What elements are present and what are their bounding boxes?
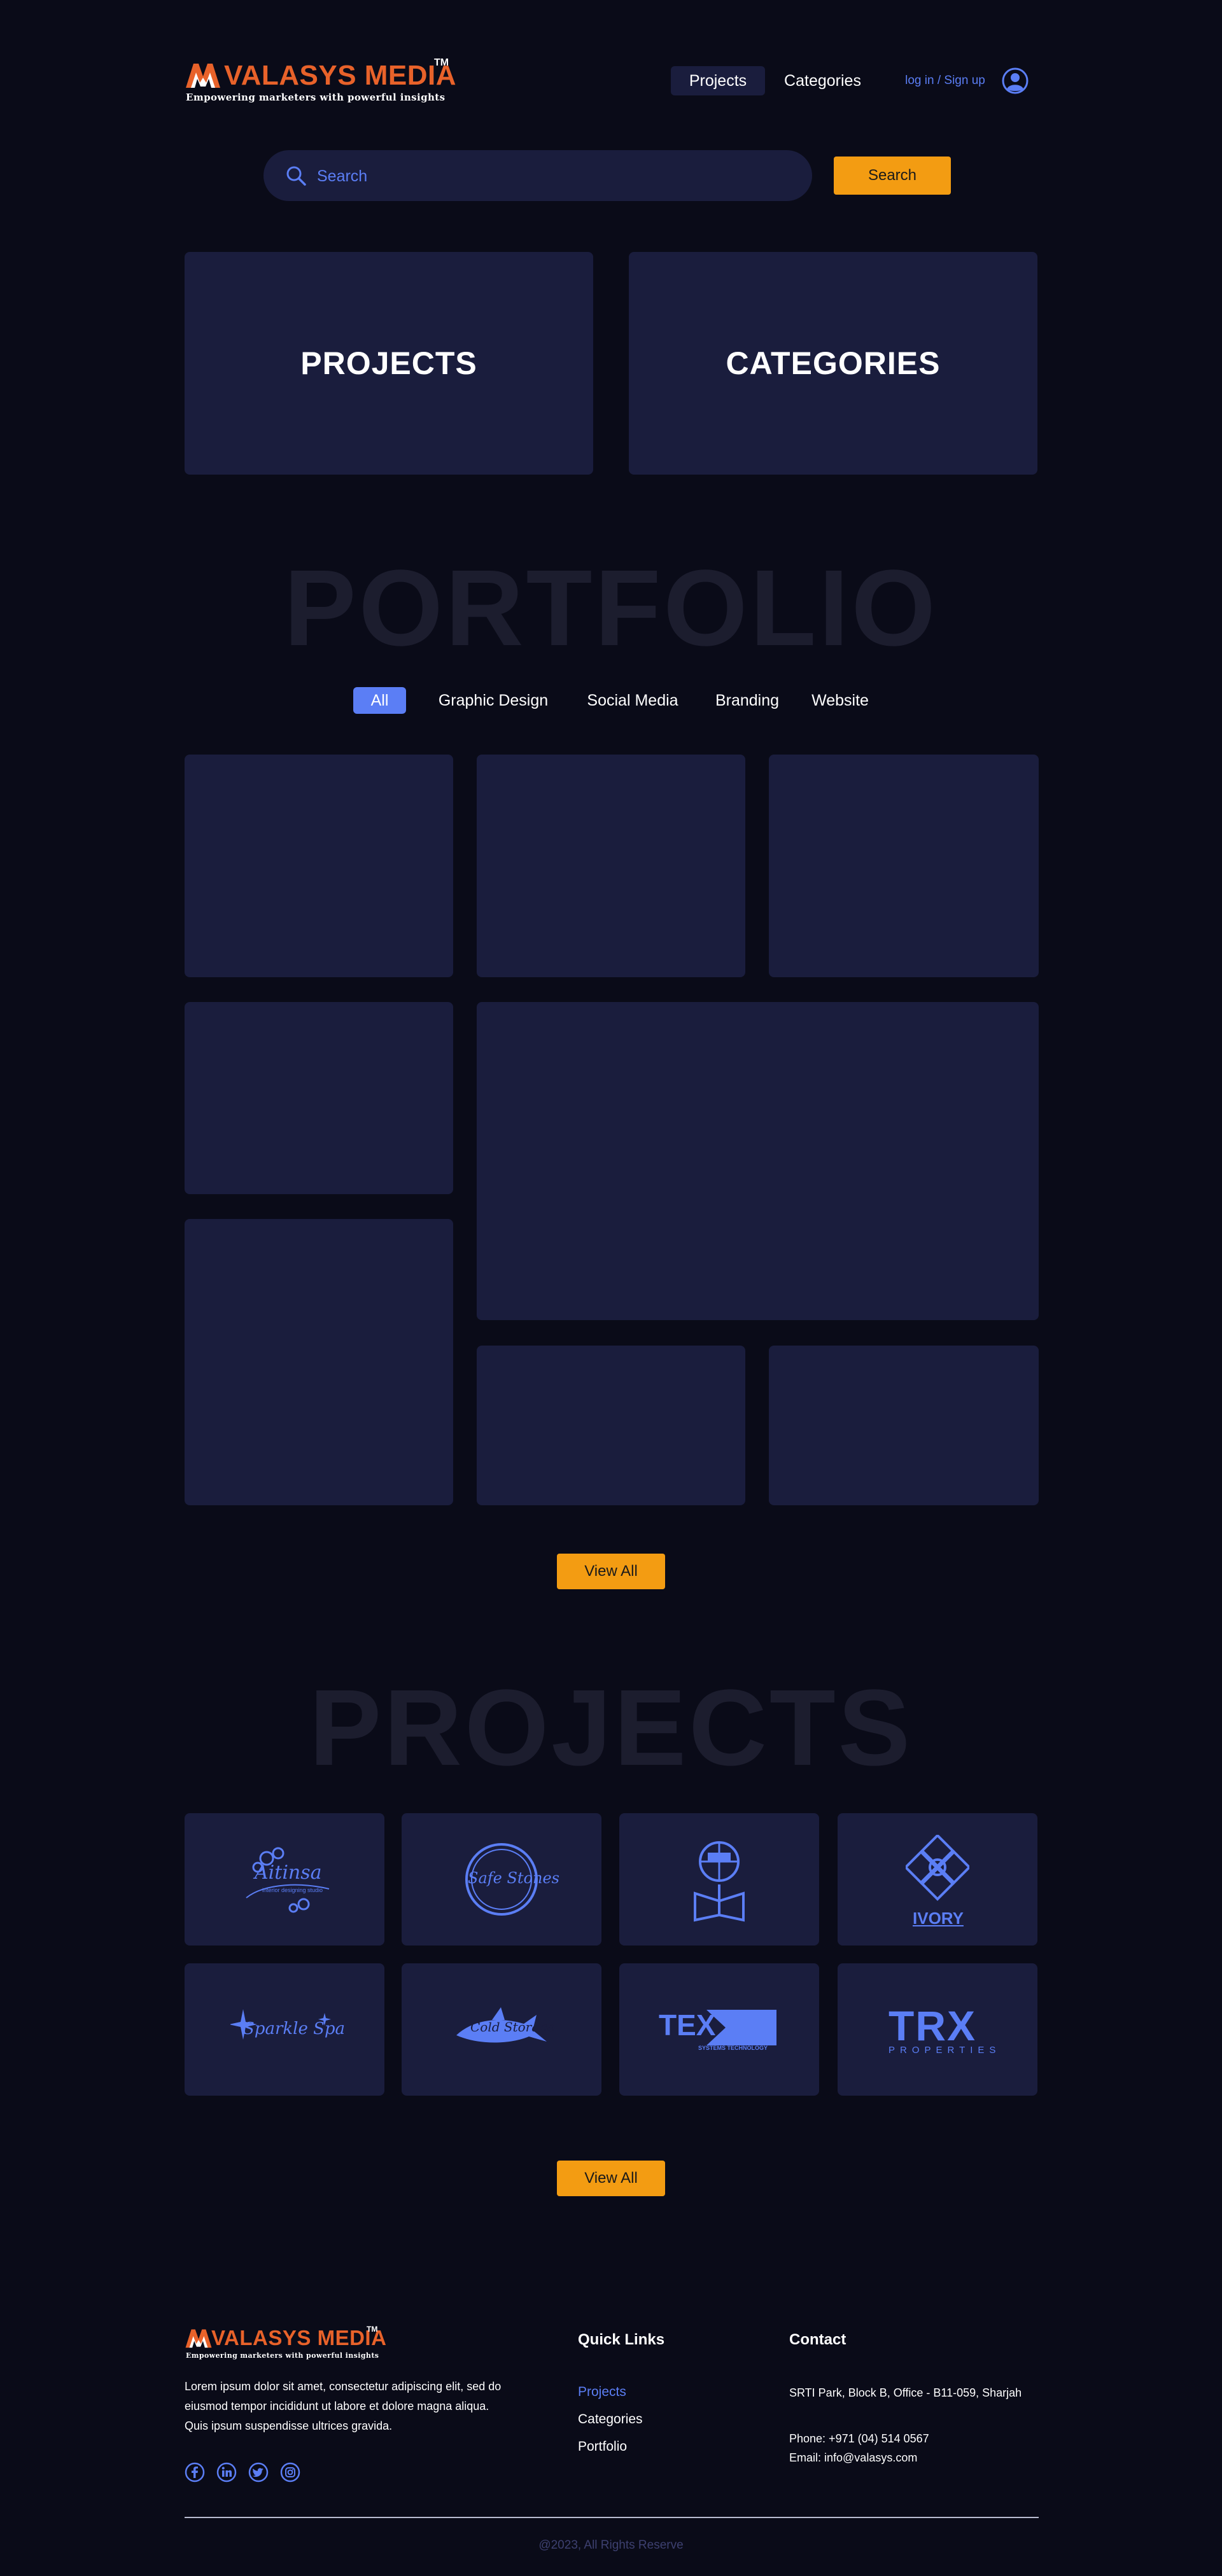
project-logo-name: Safe Stones (468, 1869, 559, 1887)
nav-categories[interactable]: Categories (770, 66, 875, 95)
valasys-logo-icon (186, 64, 220, 88)
search-icon (286, 166, 306, 186)
valasys-logo-icon (185, 2329, 212, 2348)
footer-brand-name: VALASYS MEDIA (211, 2326, 387, 2350)
portfolio-item[interactable] (185, 755, 453, 977)
brand-logo[interactable]: VALASYS MEDIA TM Empowering marketers wi… (185, 57, 456, 108)
brand-trademark: TM (434, 57, 449, 68)
project-logo-card[interactable]: Cold Storage (402, 1963, 601, 2096)
project-logo-subtitle: SYSTEMS TECHNOLOGY (698, 2045, 768, 2051)
project-logo-card[interactable]: Sparkle Spa (185, 1963, 384, 2096)
project-logo-card[interactable]: TRX PROPERTIES (838, 1963, 1037, 2096)
login-signup-link[interactable]: log in / Sign up (897, 66, 993, 95)
portfolio-item[interactable] (477, 755, 745, 977)
filter-branding[interactable]: Branding (712, 687, 783, 714)
filter-website[interactable]: Website (808, 687, 872, 714)
footer-link-portfolio[interactable]: Portfolio (578, 2439, 627, 2454)
projects-heading: PROJECTS (309, 1667, 913, 1788)
project-logo-card[interactable]: Safe Stones (402, 1813, 601, 1946)
project-logo-card[interactable]: IVORY (838, 1813, 1037, 1946)
globe-book-logo-icon (694, 1841, 745, 1922)
portfolio-item[interactable] (769, 1346, 1039, 1505)
footer-brand-tagline: Empowering marketers with powerful insig… (186, 2351, 379, 2360)
project-logo-name: Aitinsa (255, 1862, 322, 1884)
project-logo-card[interactable]: TEX SYSTEMS TECHNOLOGY (619, 1963, 819, 2096)
contact-phone: Phone: +971 (04) 514 0567 (789, 2432, 929, 2445)
project-logo-name: IVORY (913, 1909, 964, 1928)
portfolio-heading: PORTFOLIO (284, 548, 938, 669)
portfolio-item[interactable] (477, 1346, 745, 1505)
project-logo-card[interactable]: Aitinsa interior designing studio (185, 1813, 384, 1946)
project-logo-name: Cold Storage (470, 2019, 555, 2035)
project-logo-name: Sparkle Spa (243, 2019, 346, 2038)
brand-name: VALASYS MEDIA (224, 60, 457, 91)
instagram-icon[interactable] (280, 2462, 300, 2482)
twitter-icon[interactable] (248, 2462, 269, 2482)
categories-card[interactable]: CATEGORIES (629, 252, 1037, 475)
filter-all[interactable]: All (353, 687, 406, 714)
portfolio-item[interactable] (769, 755, 1039, 977)
linkedin-icon[interactable] (216, 2462, 237, 2482)
projects-card[interactable]: PROJECTS (185, 252, 593, 475)
footer-link-projects[interactable]: Projects (578, 2385, 626, 2400)
footer-link-categories[interactable]: Categories (578, 2412, 643, 2427)
copyright-text: @2023, All Rights Reserve (538, 2538, 684, 2552)
contact-heading: Contact (789, 2331, 846, 2348)
project-logo-name: TRX (888, 2002, 976, 2049)
project-logo-subtitle: interior designing studio (262, 1887, 323, 1893)
user-account-icon[interactable] (1002, 67, 1029, 94)
nav-projects[interactable]: Projects (671, 66, 765, 95)
filter-graphic-design[interactable]: Graphic Design (435, 687, 551, 714)
footer-divider (185, 2517, 1039, 2518)
portfolio-view-all-button[interactable]: View All (557, 1554, 665, 1589)
footer-brand-trademark: TM (367, 2325, 378, 2334)
search-bar (263, 150, 812, 202)
contact-address: SRTI Park, Block B, Office - B11-059, Sh… (789, 2386, 1022, 2399)
project-logo-name: TEX (659, 2009, 716, 2042)
filter-social-media[interactable]: Social Media (580, 687, 685, 714)
footer-description: Lorem ipsum dolor sit amet, consectetur … (185, 2380, 502, 2432)
project-logo-card[interactable] (619, 1813, 819, 1946)
quick-links-heading: Quick Links (578, 2331, 665, 2348)
portfolio-item[interactable] (185, 1002, 453, 1194)
brand-tagline: Empowering marketers with powerful insig… (186, 92, 446, 103)
facebook-icon[interactable] (185, 2462, 205, 2482)
portfolio-item[interactable] (477, 1002, 1039, 1320)
footer-brand-logo[interactable]: VALASYS MEDIA TM Empowering marketers wi… (185, 2325, 395, 2363)
search-input[interactable] (316, 150, 789, 202)
project-logo-subtitle: PROPERTIES (888, 2045, 1001, 2056)
search-button[interactable]: Search (834, 157, 951, 195)
portfolio-item[interactable] (185, 1219, 453, 1505)
projects-view-all-button[interactable]: View All (557, 2161, 665, 2196)
contact-email: Email: info@valasys.com (789, 2451, 918, 2464)
